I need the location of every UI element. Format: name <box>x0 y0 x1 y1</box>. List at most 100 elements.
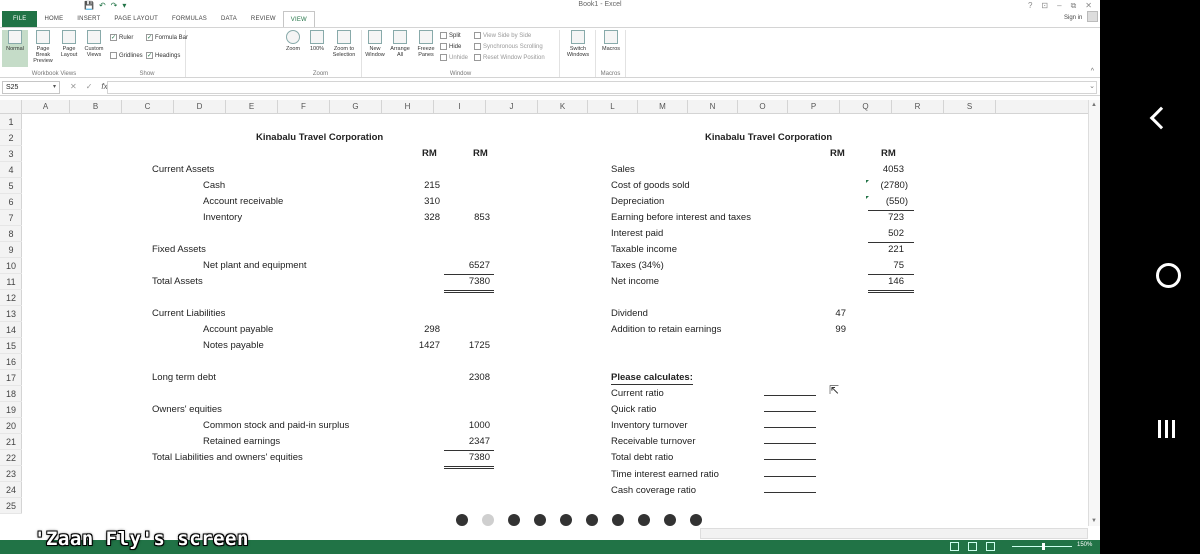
avatar[interactable] <box>1087 11 1098 22</box>
scroll-down-icon[interactable]: ▼ <box>1091 518 1097 524</box>
page-dot[interactable] <box>482 514 494 526</box>
label-ebit[interactable]: Earning before interest and taxes <box>611 210 751 226</box>
row-header-7[interactable]: 7 <box>0 210 22 226</box>
arrange-all-button[interactable]: Arrange All <box>388 30 412 58</box>
freeze-panes-button[interactable]: Freeze Panes <box>414 30 438 58</box>
label-current-assets[interactable]: Current Assets <box>152 162 214 178</box>
label-long-term-debt[interactable]: Long term debt <box>152 370 216 386</box>
tab-review[interactable]: REVIEW <box>244 11 283 27</box>
value-common-stock[interactable]: 1000 <box>452 418 490 434</box>
tab-file[interactable]: FILE <box>2 11 38 27</box>
value-total-assets[interactable]: 7380 <box>452 274 490 290</box>
label-notes-payable[interactable]: Notes payable <box>203 338 264 354</box>
label-owners-equities[interactable]: Owners' equities <box>152 402 222 418</box>
formula-bar-checkbox[interactable]: ✓ Formula Bar <box>146 34 188 41</box>
question-total-debt-ratio[interactable]: Total debt ratio <box>611 450 673 466</box>
vertical-scrollbar[interactable]: ▲ ▼ <box>1088 100 1100 526</box>
value-long-term-debt[interactable]: 2308 <box>452 370 490 386</box>
select-all-corner[interactable] <box>0 100 22 114</box>
restore-icon[interactable]: ⧉ <box>1071 0 1077 11</box>
label-total-liabilities-equities[interactable]: Total Liabilities and owners' equities <box>152 450 303 466</box>
row-header-17[interactable]: 17 <box>0 370 22 386</box>
page-dot[interactable] <box>508 514 520 526</box>
column-header-c[interactable]: C <box>122 100 174 114</box>
header-rm-h[interactable]: RM <box>473 146 488 162</box>
row-header-10[interactable]: 10 <box>0 258 22 274</box>
row-header-16[interactable]: 16 <box>0 354 22 370</box>
tab-insert[interactable]: INSERT <box>70 11 107 27</box>
label-total-assets[interactable]: Total Assets <box>152 274 203 290</box>
column-header-j[interactable]: J <box>486 100 538 114</box>
column-header-m[interactable]: M <box>638 100 688 114</box>
recent-apps-icon[interactable] <box>1158 420 1175 438</box>
value-depreciation[interactable]: (550) <box>862 194 908 210</box>
zoom-slider-thumb[interactable] <box>1042 543 1045 550</box>
label-taxable-income[interactable]: Taxable income <box>611 242 677 258</box>
value-cash[interactable]: 215 <box>402 178 440 194</box>
column-header-s[interactable]: S <box>944 100 996 114</box>
row-header-6[interactable]: 6 <box>0 194 22 210</box>
chevron-down-icon[interactable]: ▾ <box>53 82 56 93</box>
row-header-11[interactable]: 11 <box>0 274 22 290</box>
label-cogs[interactable]: Cost of goods sold <box>611 178 690 194</box>
question-times-interest-earned[interactable]: Time interest earned ratio <box>611 467 719 483</box>
close-icon[interactable]: ✕ <box>1085 0 1092 11</box>
help-icon[interactable]: ? <box>1028 0 1032 11</box>
label-account-payable[interactable]: Account payable <box>203 322 273 338</box>
tab-view[interactable]: VIEW <box>282 11 315 27</box>
ruler-checkbox[interactable]: ✓ Ruler <box>110 34 133 41</box>
value-net-income[interactable]: 146 <box>862 274 904 290</box>
new-window-button[interactable]: New Window <box>364 30 386 58</box>
page-layout-view-button[interactable]: Page Layout <box>58 30 80 58</box>
row-header-3[interactable]: 3 <box>0 146 22 162</box>
value-ebit[interactable]: 723 <box>862 210 904 226</box>
value-inventory[interactable]: 328 <box>402 210 440 226</box>
normal-view-button[interactable]: Normal <box>2 30 28 67</box>
zoom-level[interactable]: 150% <box>1077 542 1092 548</box>
row-header-14[interactable]: 14 <box>0 322 22 338</box>
label-net-income[interactable]: Net income <box>611 274 659 290</box>
income-statement-title[interactable]: Kinabalu Travel Corporation <box>705 130 832 146</box>
column-header-a[interactable]: A <box>22 100 70 114</box>
value-taxable-income[interactable]: 221 <box>862 242 904 258</box>
column-header-h[interactable]: H <box>382 100 434 114</box>
row-header-4[interactable]: 4 <box>0 162 22 178</box>
row-header-22[interactable]: 22 <box>0 450 22 466</box>
page-dot[interactable] <box>586 514 598 526</box>
label-net-plant[interactable]: Net plant and equipment <box>203 258 307 274</box>
value-current-liabilities-total[interactable]: 1725 <box>452 338 490 354</box>
label-sales[interactable]: Sales <box>611 162 635 178</box>
column-header-p[interactable]: P <box>788 100 840 114</box>
question-cash-coverage[interactable]: Cash coverage ratio <box>611 483 696 499</box>
formula-input[interactable] <box>107 81 1097 94</box>
gridlines-checkbox[interactable]: Gridlines <box>110 52 143 59</box>
switch-windows-button[interactable]: Switch Windows <box>564 30 592 58</box>
enter-icon[interactable]: ✓ <box>86 82 93 91</box>
column-header-o[interactable]: O <box>738 100 788 114</box>
value-net-plant[interactable]: 6527 <box>452 258 490 274</box>
row-header-21[interactable]: 21 <box>0 434 22 450</box>
name-box[interactable]: S25 ▾ <box>2 81 60 94</box>
page-dot[interactable] <box>560 514 572 526</box>
value-dividend[interactable]: 47 <box>812 306 846 322</box>
column-header-i[interactable]: I <box>434 100 486 114</box>
page-break-preview-button[interactable]: Page Break Preview <box>30 30 56 64</box>
column-header-b[interactable]: B <box>70 100 122 114</box>
value-retained-earnings[interactable]: 2347 <box>452 434 490 450</box>
tab-home[interactable]: HOME <box>37 11 70 27</box>
value-taxes[interactable]: 75 <box>862 258 904 274</box>
value-total-liabilities-equities[interactable]: 7380 <box>452 450 490 466</box>
label-account-receivable[interactable]: Account receivable <box>203 194 283 210</box>
label-addition-retained[interactable]: Addition to retain earnings <box>611 322 721 338</box>
label-cash[interactable]: Cash <box>203 178 225 194</box>
row-header-13[interactable]: 13 <box>0 306 22 322</box>
header-rm-g[interactable]: RM <box>422 146 437 162</box>
question-current-ratio[interactable]: Current ratio <box>611 386 664 402</box>
row-header-9[interactable]: 9 <box>0 242 22 258</box>
value-addition-retained[interactable]: 99 <box>812 322 846 338</box>
row-header-8[interactable]: 8 <box>0 226 22 242</box>
label-taxes[interactable]: Taxes (34%) <box>611 258 664 274</box>
row-header-20[interactable]: 20 <box>0 418 22 434</box>
normal-view-icon[interactable] <box>950 542 959 551</box>
label-common-stock[interactable]: Common stock and paid-in surplus <box>203 418 349 434</box>
